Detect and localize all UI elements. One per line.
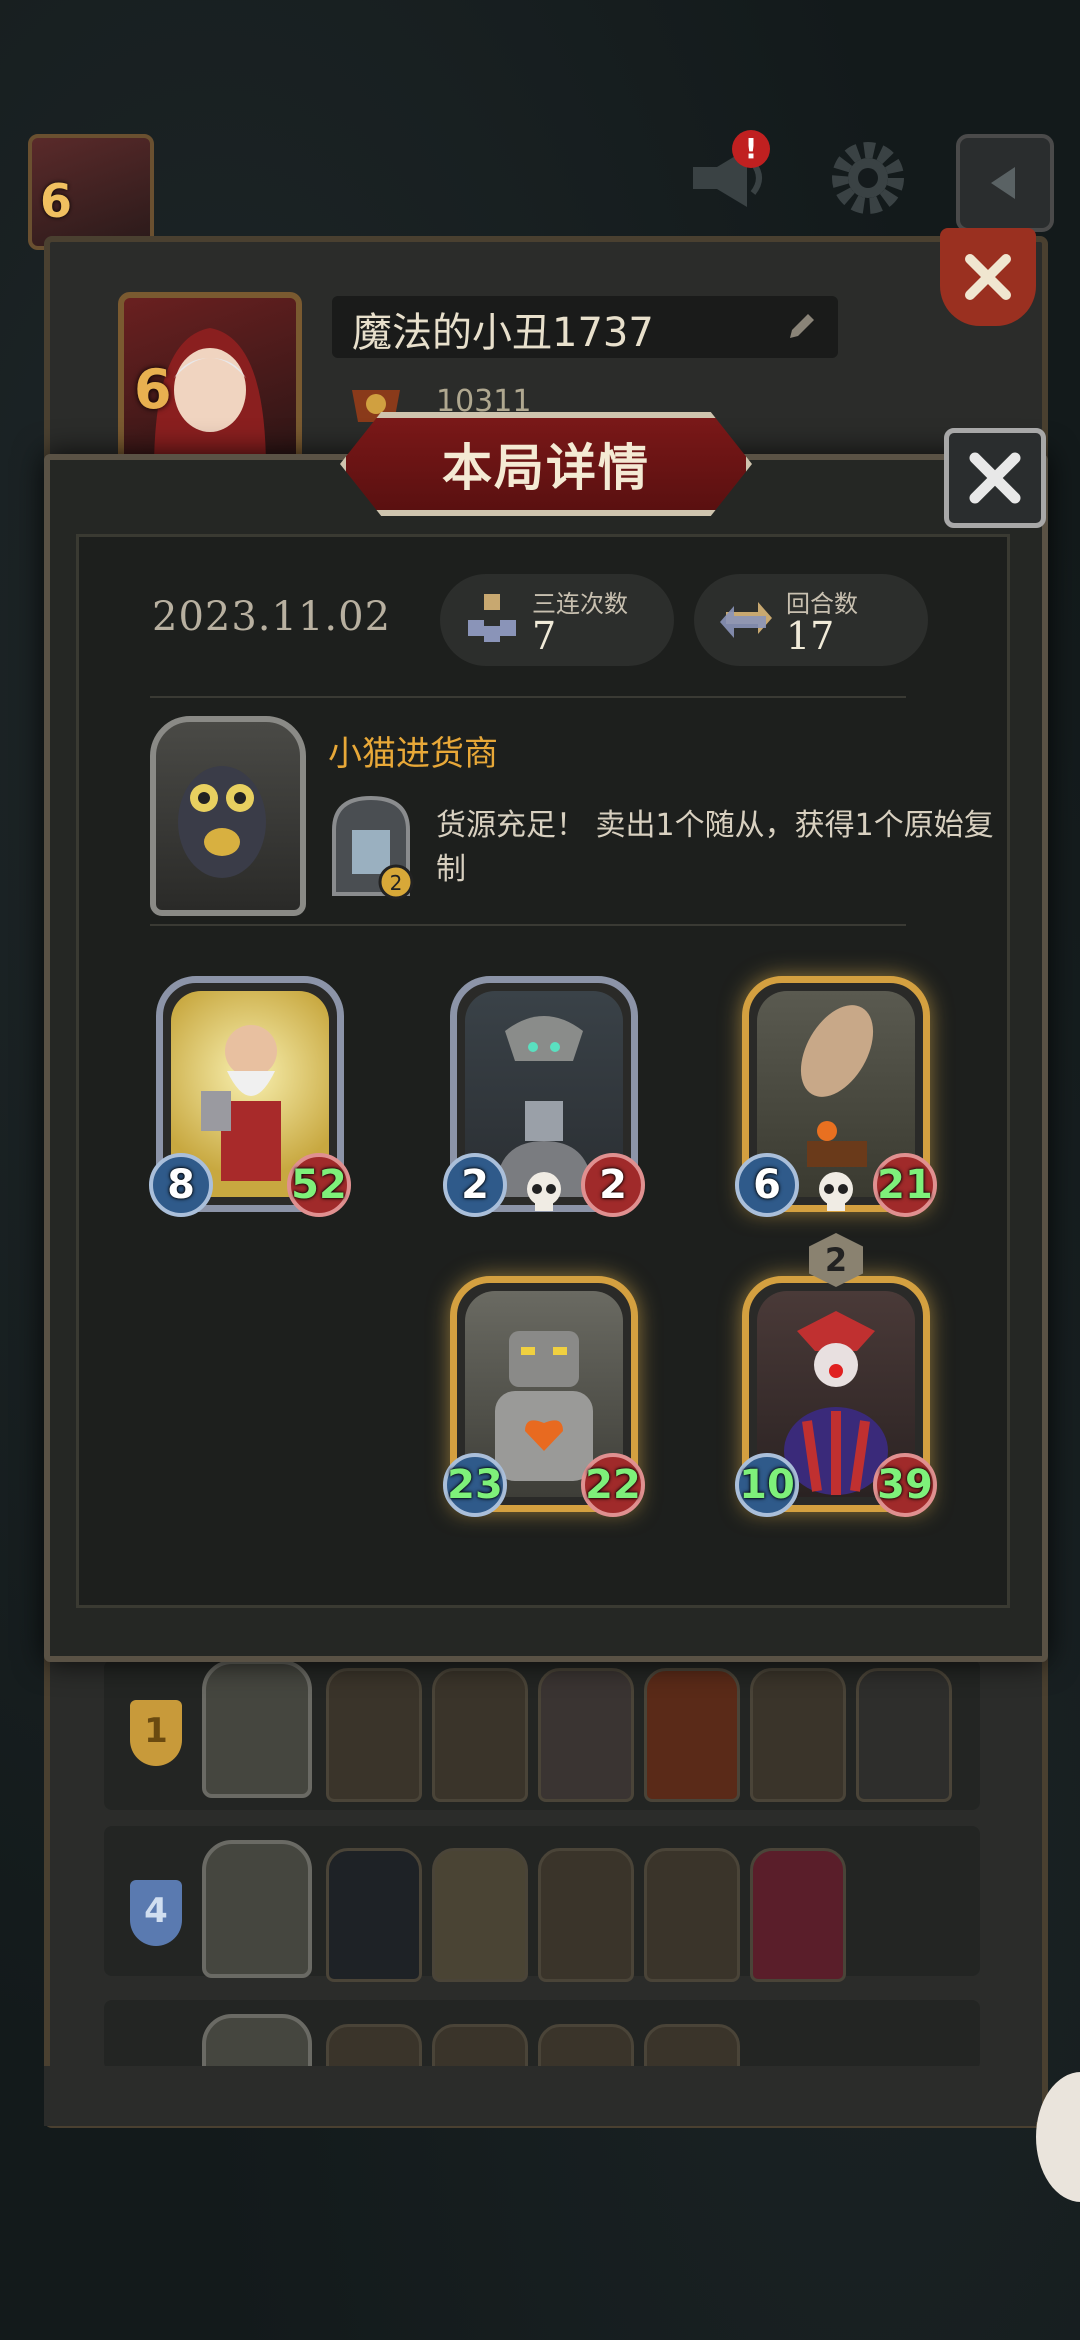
- health-value: 39: [873, 1453, 937, 1517]
- player-name: 魔法的小丑1737: [352, 310, 654, 356]
- history-minion: [856, 1668, 952, 1802]
- notification-badge: !: [732, 130, 770, 168]
- history-minion: [538, 1668, 634, 1802]
- match-date: 2023.11.02: [152, 594, 392, 640]
- rank-badge: 4: [130, 1880, 182, 1946]
- profile-close-button[interactable]: [940, 228, 1036, 326]
- list-bottom-edge: [44, 2066, 1036, 2126]
- minion-card-old-warrior[interactable]: 8 52: [149, 976, 351, 1217]
- hero-name: 小猫进货商: [328, 734, 498, 774]
- hero-skill-icon[interactable]: 2: [326, 790, 416, 900]
- attack-value: 23: [443, 1453, 507, 1517]
- close-icon: [965, 254, 1011, 300]
- history-minion: [326, 1848, 422, 1982]
- minion-card-bell-robot[interactable]: 2 2: [443, 976, 645, 1217]
- skull-icon: [819, 1172, 853, 1211]
- modal-title: 本局详情: [442, 439, 650, 497]
- player-avatar[interactable]: 6: [28, 134, 154, 250]
- edit-pencil-icon[interactable]: [784, 308, 820, 344]
- stat-value: 17: [786, 614, 835, 658]
- minion-card-airship[interactable]: 6 21: [735, 976, 937, 1217]
- history-minion: [750, 1848, 846, 1982]
- history-minion: [750, 1668, 846, 1802]
- history-minion: [432, 1848, 528, 1982]
- hero-skill-description: 货源充足！ 卖出1个随从，获得1个原始复制: [436, 808, 994, 887]
- player-level: 6: [40, 174, 73, 228]
- skull-icon: [527, 1172, 561, 1211]
- player-name-bar: 魔法的小丑1737: [332, 296, 838, 358]
- attack-value: 8: [149, 1153, 213, 1217]
- minion-card-clown[interactable]: 2 10 39: [735, 1233, 937, 1517]
- history-minion: [644, 1668, 740, 1802]
- history-minion: [644, 1848, 740, 1982]
- skill-level: 2: [390, 871, 403, 895]
- divider: [150, 924, 906, 926]
- stat-value: 7: [532, 614, 557, 658]
- profile-level: 6: [134, 358, 172, 421]
- history-hero-avatar: [202, 1840, 312, 1978]
- modal-title-banner: 本局详情: [340, 412, 752, 516]
- attack-value: 2: [443, 1153, 507, 1217]
- history-minion: [538, 1848, 634, 1982]
- divider: [150, 696, 906, 698]
- triple-icon: [468, 594, 516, 642]
- exit-arrow-icon: [991, 167, 1015, 199]
- modal-close-button[interactable]: [944, 428, 1046, 528]
- history-hero-avatar: [202, 1660, 312, 1798]
- owl-merchant-icon: [178, 766, 266, 878]
- health-value: 52: [287, 1153, 351, 1217]
- round-count-stat: 回合数 17: [694, 574, 928, 666]
- health-value: 21: [873, 1153, 937, 1217]
- exit-button[interactable]: [956, 134, 1054, 232]
- hero-portrait: [150, 716, 306, 916]
- triple-count-stat: 三连次数 7: [440, 574, 674, 666]
- minion-card-heart-robot[interactable]: 23 22: [443, 1276, 645, 1517]
- attack-value: 6: [735, 1153, 799, 1217]
- announcement-icon[interactable]: !: [680, 130, 776, 226]
- health-value: 22: [581, 1453, 645, 1517]
- attack-value: 10: [735, 1453, 799, 1517]
- history-minion: [326, 1668, 422, 1802]
- history-minion: [432, 1668, 528, 1802]
- settings-gear-icon[interactable]: [820, 130, 916, 226]
- health-value: 2: [581, 1153, 645, 1217]
- profile-avatar: 6: [118, 292, 302, 476]
- close-icon: [969, 452, 1021, 504]
- round-icon: [720, 602, 772, 638]
- rank-badge: 1: [130, 1700, 182, 1766]
